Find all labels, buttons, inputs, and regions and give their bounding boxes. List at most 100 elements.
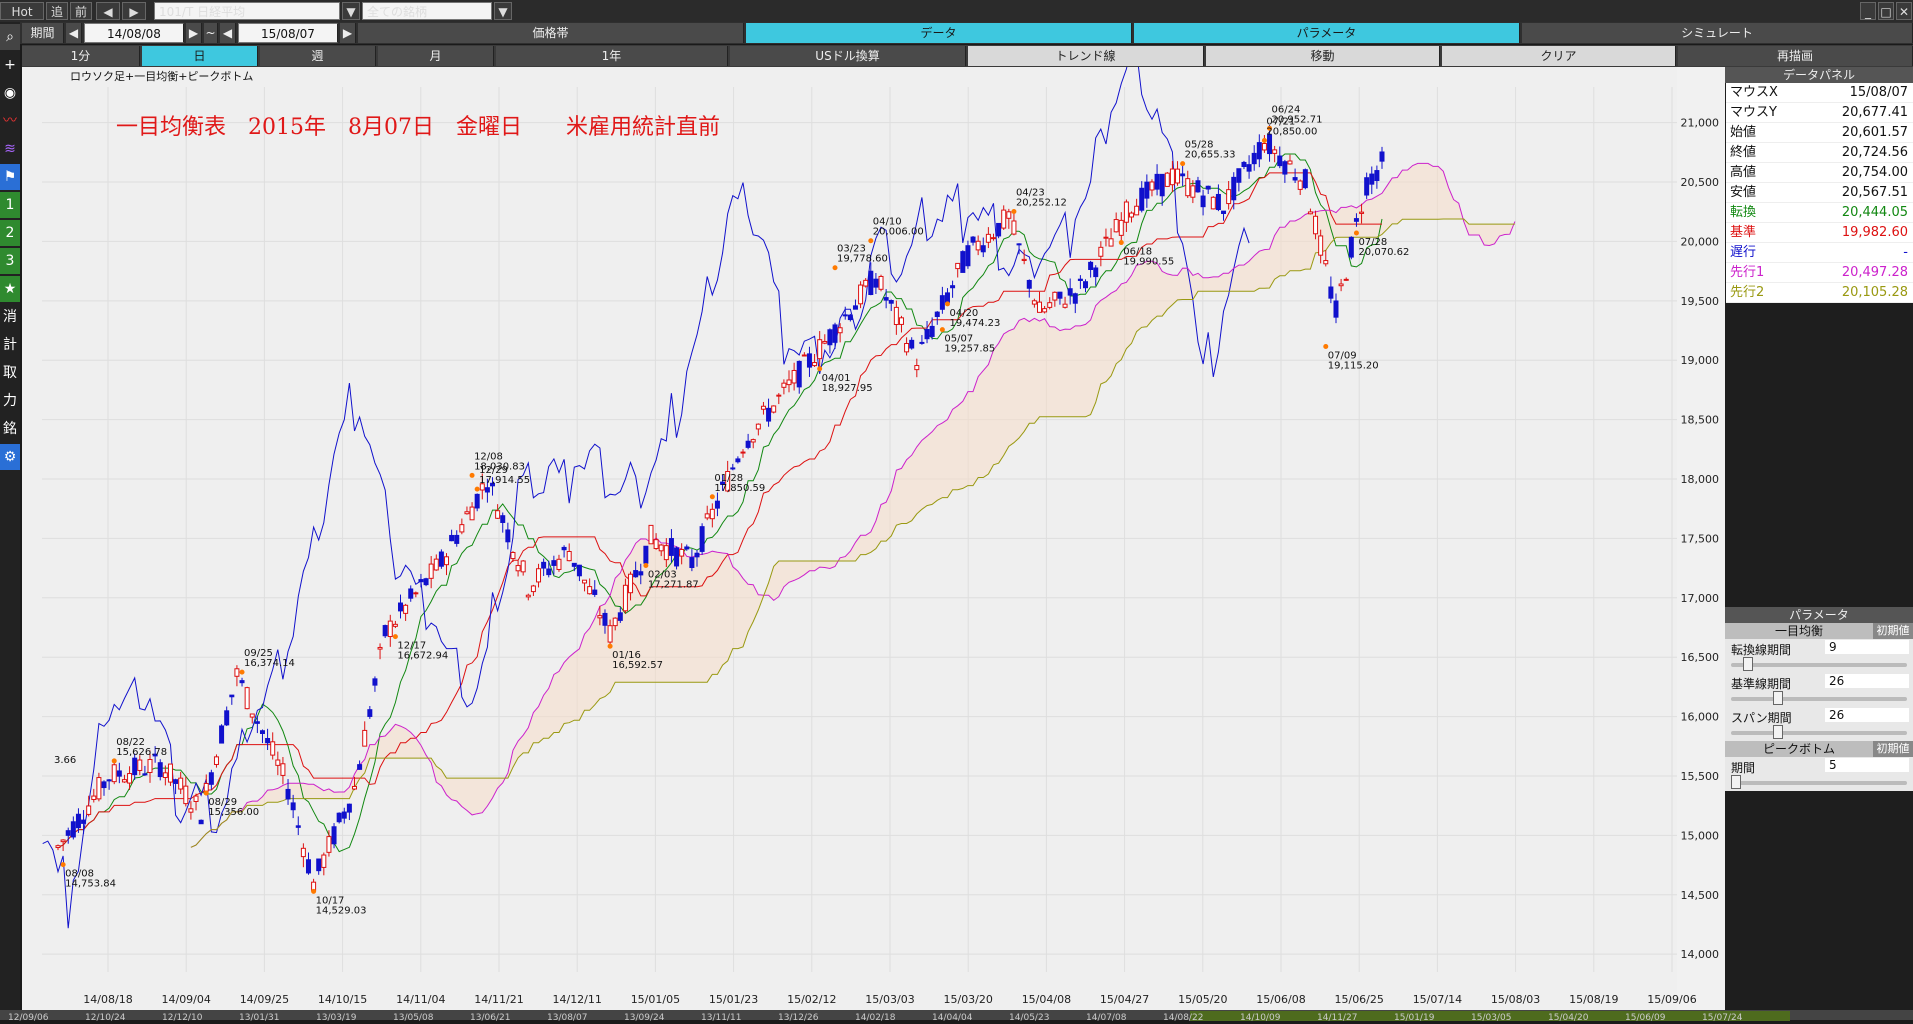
peak-reset-button[interactable]: 初期値 bbox=[1873, 741, 1913, 757]
ichimoku-reset-button[interactable]: 初期値 bbox=[1873, 623, 1913, 639]
candle-body bbox=[965, 245, 971, 267]
x-tick-label: 14/09/25 bbox=[240, 993, 289, 1006]
candle-body bbox=[408, 588, 414, 599]
span-slider[interactable] bbox=[1731, 725, 1907, 739]
prev-button[interactable]: 前 bbox=[70, 2, 92, 20]
hot-button[interactable]: Hot bbox=[0, 2, 44, 20]
data-row-label: 先行1 bbox=[1730, 265, 1765, 280]
preset-2-button[interactable]: 2 bbox=[0, 220, 20, 246]
candle-body bbox=[362, 729, 368, 747]
tab-price-band[interactable]: 価格帯 bbox=[358, 23, 744, 43]
candle-body bbox=[714, 500, 720, 509]
search-icon[interactable]: ⌕ bbox=[0, 24, 20, 50]
tab-data[interactable]: データ bbox=[746, 23, 1132, 43]
candle-body bbox=[791, 369, 797, 384]
crosshair-icon[interactable]: + bbox=[0, 52, 20, 78]
preset-1-button[interactable]: 1 bbox=[0, 192, 20, 218]
trend-line-button[interactable]: トレンド線 bbox=[968, 46, 1204, 66]
chart-area[interactable]: 08/22 15,626.78 09/25 16,374.14 12/08 18,030.… bbox=[22, 67, 1725, 1010]
tenkan-slider-thumb[interactable] bbox=[1742, 657, 1753, 671]
candle-body bbox=[510, 551, 516, 560]
candle-body bbox=[1190, 185, 1196, 198]
take-button[interactable]: 取 bbox=[0, 360, 20, 386]
candle-body bbox=[1149, 181, 1155, 191]
filter-select[interactable]: 全ての銘柄 bbox=[362, 2, 492, 20]
bottom-scroll-axis[interactable]: 12/09/06 12/10/24 12/12/10 13/01/31 13/03/19… bbox=[0, 1010, 1913, 1023]
symbol-dropdown-icon[interactable]: ▼ bbox=[342, 2, 360, 20]
candle-body bbox=[1297, 180, 1303, 190]
close-icon[interactable]: ✕ bbox=[1896, 2, 1912, 20]
data-row: 遅行 - bbox=[1726, 243, 1913, 263]
candle-body bbox=[1072, 293, 1078, 304]
tab-parameter[interactable]: パラメータ bbox=[1134, 23, 1520, 43]
kijun-slider[interactable] bbox=[1731, 691, 1907, 705]
annotation-value: 17,271.87 bbox=[648, 580, 699, 591]
candle-body bbox=[346, 803, 352, 813]
minimize-icon[interactable]: _ bbox=[1860, 2, 1876, 20]
date-to-left-icon[interactable]: ◀ bbox=[220, 23, 236, 43]
maximize-icon[interactable]: □ bbox=[1878, 2, 1894, 20]
candle-body bbox=[1144, 181, 1150, 199]
candle-body bbox=[270, 741, 276, 756]
erase-button[interactable]: 消 bbox=[0, 304, 20, 330]
bottom-marker bbox=[60, 862, 66, 868]
timeframe-day[interactable]: 日 bbox=[142, 46, 258, 66]
candle-body bbox=[852, 305, 858, 310]
date-to-input[interactable]: 15/08/07 bbox=[238, 23, 338, 43]
candle-body bbox=[392, 623, 398, 627]
date-from-left-icon[interactable]: ◀ bbox=[66, 23, 82, 43]
timeframe-month[interactable]: 月 bbox=[378, 46, 494, 66]
ichimoku-chart[interactable]: 08/2215,626.7809/2516,374.1412/0818,030.… bbox=[22, 67, 1725, 1010]
bottom-marker bbox=[392, 634, 398, 640]
candle-body bbox=[648, 524, 654, 545]
candle-body bbox=[55, 845, 61, 849]
tenkan-input[interactable]: 9 bbox=[1825, 640, 1909, 654]
annotation-value: 17,850.59 bbox=[714, 483, 765, 494]
bottom-marker bbox=[817, 366, 823, 372]
usd-convert-button[interactable]: USドル換算 bbox=[730, 46, 966, 66]
calc-button[interactable]: 計 bbox=[0, 332, 20, 358]
filter-dropdown-icon[interactable]: ▼ bbox=[494, 2, 512, 20]
add-button[interactable]: 追 bbox=[46, 2, 68, 20]
move-button[interactable]: 移動 bbox=[1206, 46, 1440, 66]
candle-body bbox=[1328, 286, 1334, 299]
tenkan-slider[interactable] bbox=[1731, 657, 1907, 671]
camera-icon[interactable]: ◉ bbox=[0, 80, 20, 106]
brand-button[interactable]: 銘 bbox=[0, 416, 20, 442]
candle-body bbox=[1042, 308, 1048, 313]
line-chart-icon[interactable]: 〰 bbox=[0, 108, 20, 134]
kijun-slider-thumb[interactable] bbox=[1772, 691, 1783, 705]
tab-simulate[interactable]: シミュレート bbox=[1522, 23, 1913, 43]
candle-body bbox=[305, 859, 311, 874]
span-slider-thumb[interactable] bbox=[1772, 725, 1783, 739]
x-tick-label: 15/01/23 bbox=[709, 993, 758, 1006]
peak-period-slider[interactable] bbox=[1731, 775, 1907, 789]
data-row: マウスY 20,677.41 bbox=[1726, 103, 1913, 123]
date-to-right-icon[interactable]: ▶ bbox=[340, 23, 356, 43]
candle-body bbox=[1123, 201, 1129, 223]
timeframe-week[interactable]: 週 bbox=[260, 46, 376, 66]
peak-marker bbox=[832, 265, 838, 271]
peak-period-input[interactable]: 5 bbox=[1825, 758, 1909, 772]
symbol-input[interactable]: 101/T 日経平均 bbox=[154, 2, 340, 20]
date-from-input[interactable]: 14/08/08 bbox=[84, 23, 184, 43]
star-icon[interactable]: ★ bbox=[0, 276, 20, 302]
forward-arrow-icon[interactable]: ▶ bbox=[122, 2, 146, 20]
x-tick-label: 14/08/18 bbox=[83, 993, 132, 1006]
date-from-right-icon[interactable]: ▶ bbox=[186, 23, 202, 43]
gear-icon[interactable]: ⚙ bbox=[0, 444, 20, 470]
back-arrow-icon[interactable]: ◀ bbox=[96, 2, 120, 20]
power-button[interactable]: 力 bbox=[0, 388, 20, 414]
timeframe-1min[interactable]: 1分 bbox=[22, 46, 140, 66]
clear-button[interactable]: クリア bbox=[1442, 46, 1676, 66]
flag-icon[interactable]: ⚑ bbox=[0, 164, 20, 190]
redraw-button[interactable]: 再描画 bbox=[1678, 46, 1913, 66]
peak-period-slider-thumb[interactable] bbox=[1731, 775, 1741, 789]
kijun-input[interactable]: 26 bbox=[1825, 674, 1909, 688]
timeframe-1year[interactable]: 1年 bbox=[496, 46, 728, 66]
multi-line-icon[interactable]: ≋ bbox=[0, 136, 20, 162]
peak-marker bbox=[239, 669, 245, 675]
span-input[interactable]: 26 bbox=[1825, 708, 1909, 722]
left-toolbar: ⌕ + ◉ 〰 ≋ ⚑ 1 2 3 ★ 消 計 取 力 銘 ⚙ bbox=[0, 22, 20, 1020]
preset-3-button[interactable]: 3 bbox=[0, 248, 20, 274]
